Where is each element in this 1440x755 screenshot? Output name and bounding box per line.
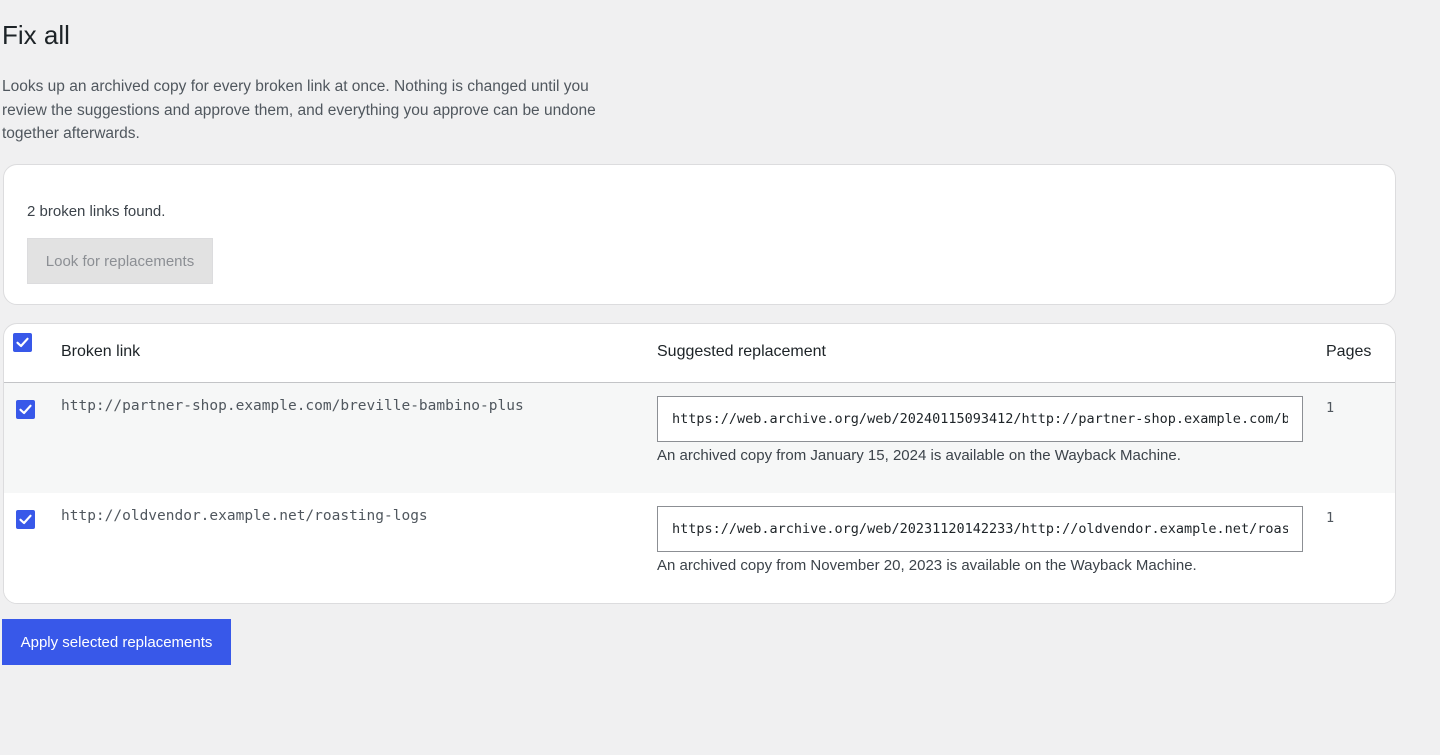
page-title: Fix all bbox=[2, 20, 70, 50]
broken-links-count: 2 broken links found. bbox=[27, 203, 166, 220]
row-select-checkbox[interactable] bbox=[16, 400, 35, 419]
page-description: Looks up an archived copy for every brok… bbox=[2, 78, 596, 142]
scan-card: 2 broken links found. Look for replaceme… bbox=[3, 164, 1396, 305]
column-header-pages[interactable]: Pages bbox=[1326, 343, 1371, 361]
fix-all-page: Fix all Looks up an archived copy for ev… bbox=[0, 0, 1440, 755]
look-for-replacements-button[interactable]: Look for replacements bbox=[27, 238, 213, 284]
table-row: http://partner-shop.example.com/breville… bbox=[4, 383, 1395, 493]
replacements-table: Broken link Suggested replacement Pages … bbox=[3, 323, 1396, 604]
checkmark-icon bbox=[19, 404, 32, 415]
select-all-checkbox[interactable] bbox=[13, 333, 32, 352]
table-header: Broken link Suggested replacement Pages bbox=[4, 324, 1395, 383]
table-row: http://oldvendor.example.net/roasting-lo… bbox=[4, 493, 1395, 603]
replacement-url-input[interactable] bbox=[657, 396, 1303, 442]
pages-count: 1 bbox=[1326, 400, 1335, 416]
row-select-checkbox[interactable] bbox=[16, 510, 35, 529]
checkmark-icon bbox=[19, 514, 32, 525]
archive-note: An archived copy from January 15, 2024 i… bbox=[657, 447, 1181, 464]
archive-note: An archived copy from November 20, 2023 … bbox=[657, 557, 1197, 574]
broken-link-url: http://partner-shop.example.com/breville… bbox=[61, 398, 524, 414]
replacement-url-input[interactable] bbox=[657, 506, 1303, 552]
pages-count: 1 bbox=[1326, 510, 1335, 526]
column-header-suggested-replacement[interactable]: Suggested replacement bbox=[657, 343, 826, 361]
broken-link-url: http://oldvendor.example.net/roasting-lo… bbox=[61, 508, 428, 524]
checkmark-icon bbox=[16, 337, 29, 348]
column-header-broken-link[interactable]: Broken link bbox=[61, 343, 140, 361]
apply-selected-replacements-button[interactable]: Apply selected replacements bbox=[2, 619, 231, 665]
